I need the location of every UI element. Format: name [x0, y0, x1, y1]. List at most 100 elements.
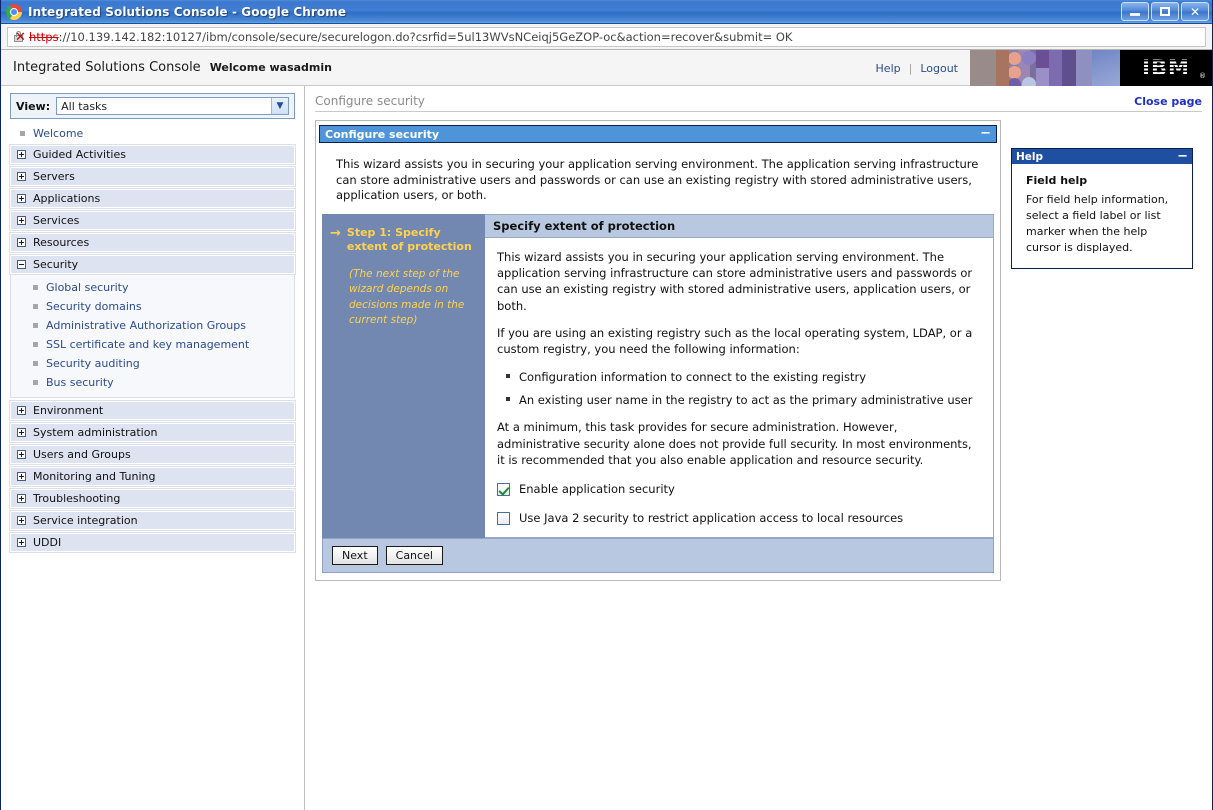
insecure-lock-icon[interactable]: ✕	[12, 30, 26, 44]
sidebar-group-applications[interactable]: Applications	[9, 188, 296, 209]
expand-plus-icon[interactable]	[17, 172, 26, 181]
expand-plus-icon[interactable]	[17, 216, 26, 225]
mosaic-tile	[1076, 50, 1092, 86]
step-content-body: This wizard assists you in securing your…	[485, 238, 993, 537]
url-input[interactable]: ✕ https://10.139.142.182:10127/ibm/conso…	[7, 26, 1206, 47]
sidebar-group-environment[interactable]: Environment	[9, 400, 296, 421]
logout-link[interactable]: Logout	[920, 62, 958, 75]
mosaic-tile	[1049, 50, 1062, 86]
step-bullet-list: Configuration information to connect to …	[497, 369, 979, 409]
help-link[interactable]: Help	[876, 62, 901, 75]
console-header: Integrated Solutions Console Welcome was…	[1, 50, 1212, 86]
sidebar-item-label[interactable]: Global security	[46, 281, 129, 294]
sidebar-group-troubleshooting[interactable]: Troubleshooting	[9, 488, 296, 509]
sidebar-item-security-auditing[interactable]: Security auditing	[11, 354, 294, 373]
sidebar-item-ssl-certificate-and-key-management[interactable]: SSL certificate and key management	[11, 335, 294, 354]
mosaic-tile	[1036, 50, 1049, 68]
configure-security-panel: Configure security − This wizard assists…	[315, 120, 1001, 581]
sidebar-group-system-administration[interactable]: System administration	[9, 422, 296, 443]
maximize-button[interactable]	[1151, 2, 1179, 21]
expand-plus-icon[interactable]	[17, 150, 26, 159]
sidebar-item-welcome[interactable]: Welcome	[10, 125, 295, 142]
panel-titlebar: Configure security −	[319, 125, 997, 143]
list-marker-icon	[33, 304, 38, 309]
sidebar-item-label[interactable]: SSL certificate and key management	[46, 338, 249, 351]
sidebar-group-resources[interactable]: Resources	[9, 232, 296, 253]
sidebar-group-services[interactable]: Services	[9, 210, 296, 231]
sidebar-group-label: Service integration	[33, 514, 138, 527]
help-heading: Field help	[1026, 174, 1088, 187]
wizard-step-note: (The next step of the wizard depends on …	[349, 268, 465, 326]
checkbox-unchecked[interactable]	[497, 512, 510, 526]
close-icon: ✕	[1189, 4, 1201, 19]
sidebar-item-label[interactable]: Administrative Authorization Groups	[46, 319, 246, 332]
sidebar-group-guided-activities[interactable]: Guided Activities	[9, 144, 296, 165]
sidebar-item-label[interactable]: Security auditing	[46, 357, 140, 370]
sidebar-group-label: Servers	[33, 170, 75, 183]
welcome-user-label: Welcome wasadmin	[209, 61, 332, 74]
console-product-name: Integrated Solutions Console	[13, 60, 201, 75]
collapse-minus-icon[interactable]	[17, 260, 26, 269]
step-bullet-item: An existing user name in the registry to…	[506, 392, 979, 408]
panel-collapse-icon[interactable]: −	[980, 127, 991, 140]
breadcrumb-row: Configure security Close page	[315, 94, 1202, 112]
close-button[interactable]: ✕	[1181, 2, 1209, 21]
list-marker-icon	[33, 285, 38, 290]
checkbox-row: Enable application security	[497, 481, 979, 497]
cancel-button[interactable]: Cancel	[385, 545, 443, 565]
sidebar-group-monitoring-and-tuning[interactable]: Monitoring and Tuning	[9, 466, 296, 487]
expand-plus-icon[interactable]	[17, 406, 26, 415]
list-marker-icon	[33, 323, 38, 328]
expand-plus-icon[interactable]	[17, 238, 26, 247]
close-page-link[interactable]: Close page	[1134, 95, 1202, 108]
sidebar-group-label: Users and Groups	[33, 448, 131, 461]
sidebar-group-label: Guided Activities	[33, 148, 126, 161]
sidebar-group-users-and-groups[interactable]: Users and Groups	[9, 444, 296, 465]
sidebar-group-label: Monitoring and Tuning	[33, 470, 156, 483]
sidebar-item-label[interactable]: Bus security	[46, 376, 114, 389]
view-label: View:	[16, 99, 51, 113]
sidebar-item-label[interactable]: Welcome	[33, 127, 83, 140]
mosaic-tile	[1092, 50, 1120, 86]
header-link-divider: |	[908, 61, 913, 75]
sidebar-item-security-domains[interactable]: Security domains	[11, 297, 294, 316]
wizard-step-list: → Step 1: Specify extent of protection (…	[322, 213, 485, 538]
help-text: For field help information, select a fie…	[1026, 192, 1169, 254]
view-select[interactable]: All tasks ▼	[56, 97, 289, 115]
sidebar-item-bus-security[interactable]: Bus security	[11, 373, 294, 392]
sidebar-item-administrative-authorization-groups[interactable]: Administrative Authorization Groups	[11, 316, 294, 335]
view-selector-row: View: All tasks ▼	[10, 93, 295, 119]
wizard-button-bar: Next Cancel	[322, 537, 994, 573]
content-row: Configure security − This wizard assists…	[315, 120, 1202, 581]
sidebar-group-label: Resources	[33, 236, 90, 249]
expand-plus-icon[interactable]	[17, 472, 26, 481]
sidebar-group-servers[interactable]: Servers	[9, 166, 296, 187]
expand-plus-icon[interactable]	[17, 538, 26, 547]
expand-plus-icon[interactable]	[17, 194, 26, 203]
sidebar-item-label[interactable]: Security domains	[46, 300, 142, 313]
window-controls: ✕	[1121, 2, 1209, 21]
minimize-button[interactable]	[1121, 2, 1149, 21]
sidebar-group-label: Environment	[33, 404, 104, 417]
mosaic-dot	[1022, 51, 1036, 65]
expand-plus-icon[interactable]	[17, 494, 26, 503]
panel-title: Configure security	[325, 127, 440, 141]
list-marker-icon	[33, 342, 38, 347]
mosaic-tile	[1062, 50, 1076, 86]
help-collapse-icon[interactable]: −	[1177, 150, 1188, 163]
ibm-logo-text: IBM	[1142, 55, 1190, 80]
sidebar-group-uddi[interactable]: UDDI	[9, 532, 296, 553]
url-text: ://10.139.142.182:10127/ibm/console/secu…	[58, 29, 793, 44]
step-paragraph-2: If you are using an existing registry su…	[497, 325, 973, 357]
next-button[interactable]: Next	[332, 545, 378, 565]
expand-plus-icon[interactable]	[17, 516, 26, 525]
url-scheme: https	[29, 29, 59, 44]
expand-plus-icon[interactable]	[17, 450, 26, 459]
expand-plus-icon[interactable]	[17, 428, 26, 437]
sidebar-group-service-integration[interactable]: Service integration	[9, 510, 296, 531]
help-panel-titlebar: Help −	[1012, 149, 1192, 164]
sidebar-group-security[interactable]: Security	[9, 254, 296, 275]
sidebar-group-label: System administration	[33, 426, 158, 439]
checkbox-checked[interactable]	[497, 482, 510, 496]
sidebar-item-global-security[interactable]: Global security	[11, 278, 294, 297]
